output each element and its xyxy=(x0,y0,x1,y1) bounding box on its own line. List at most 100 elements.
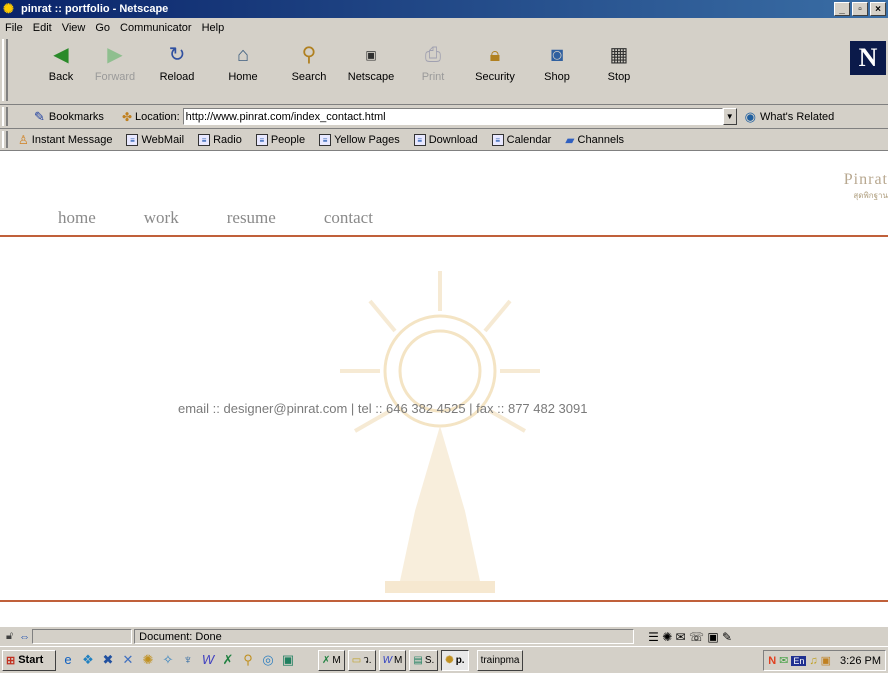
taskbar-word[interactable]: WM xyxy=(378,649,407,671)
taskbar-app[interactable]: ▤ S. xyxy=(409,649,439,671)
forward-button[interactable]: ▶ Forward xyxy=(90,41,140,101)
bookmark-page-icon: ≡ xyxy=(126,133,139,146)
page-viewport[interactable]: Pinrat สุดพิกฐาน home work resume contac… xyxy=(0,151,888,626)
folder-icon: ▭ xyxy=(351,654,362,666)
security-button[interactable]: 🔒︎ Security xyxy=(470,41,520,101)
task-label: M xyxy=(394,654,403,666)
radio-link[interactable]: ≡ Radio xyxy=(198,133,242,146)
location-grip[interactable] xyxy=(2,107,8,126)
menu-bar: File Edit View Go Communicator Help xyxy=(0,18,888,38)
stop-button[interactable]: ▦ Stop xyxy=(594,41,644,101)
whats-related-label: What's Related xyxy=(760,110,835,123)
url-dropdown-button[interactable]: ▼ xyxy=(722,108,737,125)
site-nav: home work resume contact xyxy=(58,208,421,228)
stop-icon: ▦ xyxy=(609,44,629,66)
netscape-quicklaunch-icon[interactable]: ✺ xyxy=(140,652,156,668)
personal-grip[interactable] xyxy=(2,131,8,148)
menu-communicator[interactable]: Communicator xyxy=(120,22,192,34)
back-button[interactable]: ◀ Back xyxy=(36,41,86,101)
nav-home[interactable]: home xyxy=(58,208,96,228)
clock[interactable]: 3:26 PM xyxy=(840,655,881,667)
taskbar-excel[interactable]: ✗ M xyxy=(318,649,345,671)
webmail-link[interactable]: ≡ WebMail xyxy=(126,133,185,146)
back-label: Back xyxy=(48,71,74,83)
radio-label: Radio xyxy=(213,133,242,146)
security-status-icon[interactable]: 🔓︎ xyxy=(6,630,13,643)
quicklaunch-icon[interactable]: ✖ xyxy=(100,652,116,668)
quicklaunch-icon[interactable]: ◎ xyxy=(260,652,276,668)
quicklaunch-icon[interactable]: ❖ xyxy=(80,652,96,668)
norton-icon[interactable]: N xyxy=(768,655,776,667)
quicklaunch-icon[interactable]: ✧ xyxy=(160,652,176,668)
excel-quicklaunch-icon[interactable]: ✗ xyxy=(220,652,236,668)
university-seal-watermark xyxy=(340,271,540,593)
start-button[interactable]: ⊞ Start xyxy=(2,649,56,671)
netscape-logo[interactable]: N xyxy=(850,41,886,75)
status-bar: 🔓︎ ⇔ Document: Done ☰ ✺ ✉ ☏ ▣ ✎ xyxy=(0,626,888,646)
ie-quicklaunch-icon[interactable]: e xyxy=(60,652,76,668)
status-text: Document: Done xyxy=(139,630,222,643)
taskbar-trainpma[interactable]: trainpma xyxy=(476,649,524,671)
taskbar-folder[interactable]: ▭ ว. xyxy=(347,649,376,671)
brand-logo[interactable]: Pinrat สุดพิกฐาน xyxy=(802,171,888,211)
search-quicklaunch-icon[interactable]: ⚲ xyxy=(240,652,256,668)
menu-go[interactable]: Go xyxy=(95,22,110,34)
home-button[interactable]: ⌂ Home xyxy=(218,41,268,101)
netscape-button[interactable]: ▣ Netscape xyxy=(346,41,396,101)
instant-message-link[interactable]: ♙ Instant Message xyxy=(18,133,112,147)
bookmarks-button[interactable]: ✎ Bookmarks xyxy=(34,109,104,125)
bottom-divider xyxy=(0,600,888,602)
windows-flag-icon: ⊞ xyxy=(6,654,16,667)
instant-message-icon: ♙ xyxy=(18,132,29,147)
home-label: Home xyxy=(228,71,258,83)
security-label: Security xyxy=(475,71,515,83)
print-label: Print xyxy=(421,71,445,83)
webmail-label: WebMail xyxy=(141,133,185,146)
contact-info: email :: designer@pinrat.com | tel :: 64… xyxy=(178,401,588,416)
language-indicator[interactable]: En xyxy=(791,655,807,666)
url-input[interactable] xyxy=(182,108,723,125)
forward-arrow-icon: ▶ xyxy=(107,44,123,66)
start-label: Start xyxy=(18,654,44,666)
instant-message-label: Instant Message xyxy=(31,133,113,146)
toolbar-grip[interactable] xyxy=(2,39,8,101)
tray-icon[interactable]: ♫ xyxy=(809,655,817,667)
menu-file[interactable]: File xyxy=(5,22,23,34)
bookmarks-icon: ✎ xyxy=(34,108,45,124)
maximize-button[interactable]: ▫ xyxy=(852,2,868,16)
component-bar-icons[interactable]: ☰ ✺ ✉ ☏ ▣ ✎ xyxy=(648,630,732,644)
people-link[interactable]: ≡ People xyxy=(255,133,305,146)
download-link[interactable]: ≡ Download xyxy=(413,133,478,146)
channels-link[interactable]: ▰ Channels xyxy=(565,133,624,147)
desktop-quicklaunch-icon[interactable]: ▣ xyxy=(280,652,296,668)
nav-contact[interactable]: contact xyxy=(324,208,373,228)
nav-work[interactable]: work xyxy=(144,208,179,228)
menu-edit[interactable]: Edit xyxy=(33,22,52,34)
calendar-link[interactable]: ≡ Calendar xyxy=(491,133,552,146)
bookmark-page-icon: ≡ xyxy=(491,133,504,146)
menu-help[interactable]: Help xyxy=(202,22,225,34)
nav-resume[interactable]: resume xyxy=(227,208,276,228)
yellow-pages-link[interactable]: ≡ Yellow Pages xyxy=(319,133,400,146)
shop-button[interactable]: ◙ Shop xyxy=(532,41,582,101)
word-icon: W xyxy=(382,654,393,666)
reload-button[interactable]: ↻ Reload xyxy=(152,41,202,101)
close-button[interactable]: × xyxy=(870,2,886,16)
taskbar-netscape[interactable]: ✺ p. xyxy=(441,649,469,671)
shop-label: Shop xyxy=(544,71,570,83)
print-button[interactable]: ⎙ Print xyxy=(408,41,458,101)
menu-view[interactable]: View xyxy=(62,22,86,34)
netscape-app-icon: ✺ xyxy=(3,1,14,16)
search-button[interactable]: ⚲ Search xyxy=(284,41,334,101)
window-title-bar[interactable]: ✺ pinrat :: portfolio - Netscape _ ▫ × xyxy=(0,0,888,18)
quicklaunch-icon[interactable]: ♆ xyxy=(180,652,196,668)
calendar-label: Calendar xyxy=(506,133,552,146)
word-quicklaunch-icon[interactable]: W xyxy=(200,652,216,668)
minimize-button[interactable]: _ xyxy=(834,2,850,16)
search-label: Search xyxy=(291,71,327,83)
tray-icon[interactable]: ▣ xyxy=(821,654,831,667)
quicklaunch-icon[interactable]: ✕ xyxy=(120,652,136,668)
whats-related-button[interactable]: ◉ What's Related xyxy=(745,109,835,125)
task-label: M xyxy=(332,654,341,666)
tray-icon[interactable]: ✉ xyxy=(779,654,788,667)
